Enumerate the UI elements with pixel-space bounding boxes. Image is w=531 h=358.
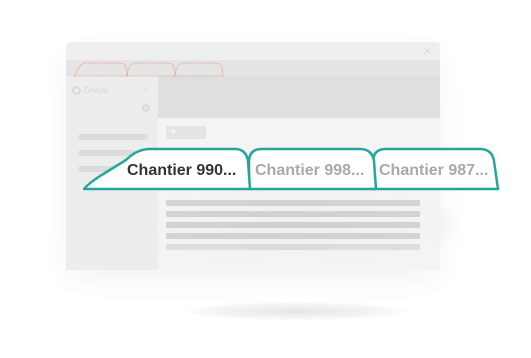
tab-chantier-990[interactable]: Chantier 990...	[127, 161, 236, 181]
tab-chantier-987[interactable]: Chantier 987...	[379, 161, 488, 181]
stage: ✕ Onaya ‹ ⚙ + Chantier 990... Chantier 9…	[0, 0, 531, 358]
tab-chantier-998[interactable]: Chantier 998...	[255, 161, 364, 181]
